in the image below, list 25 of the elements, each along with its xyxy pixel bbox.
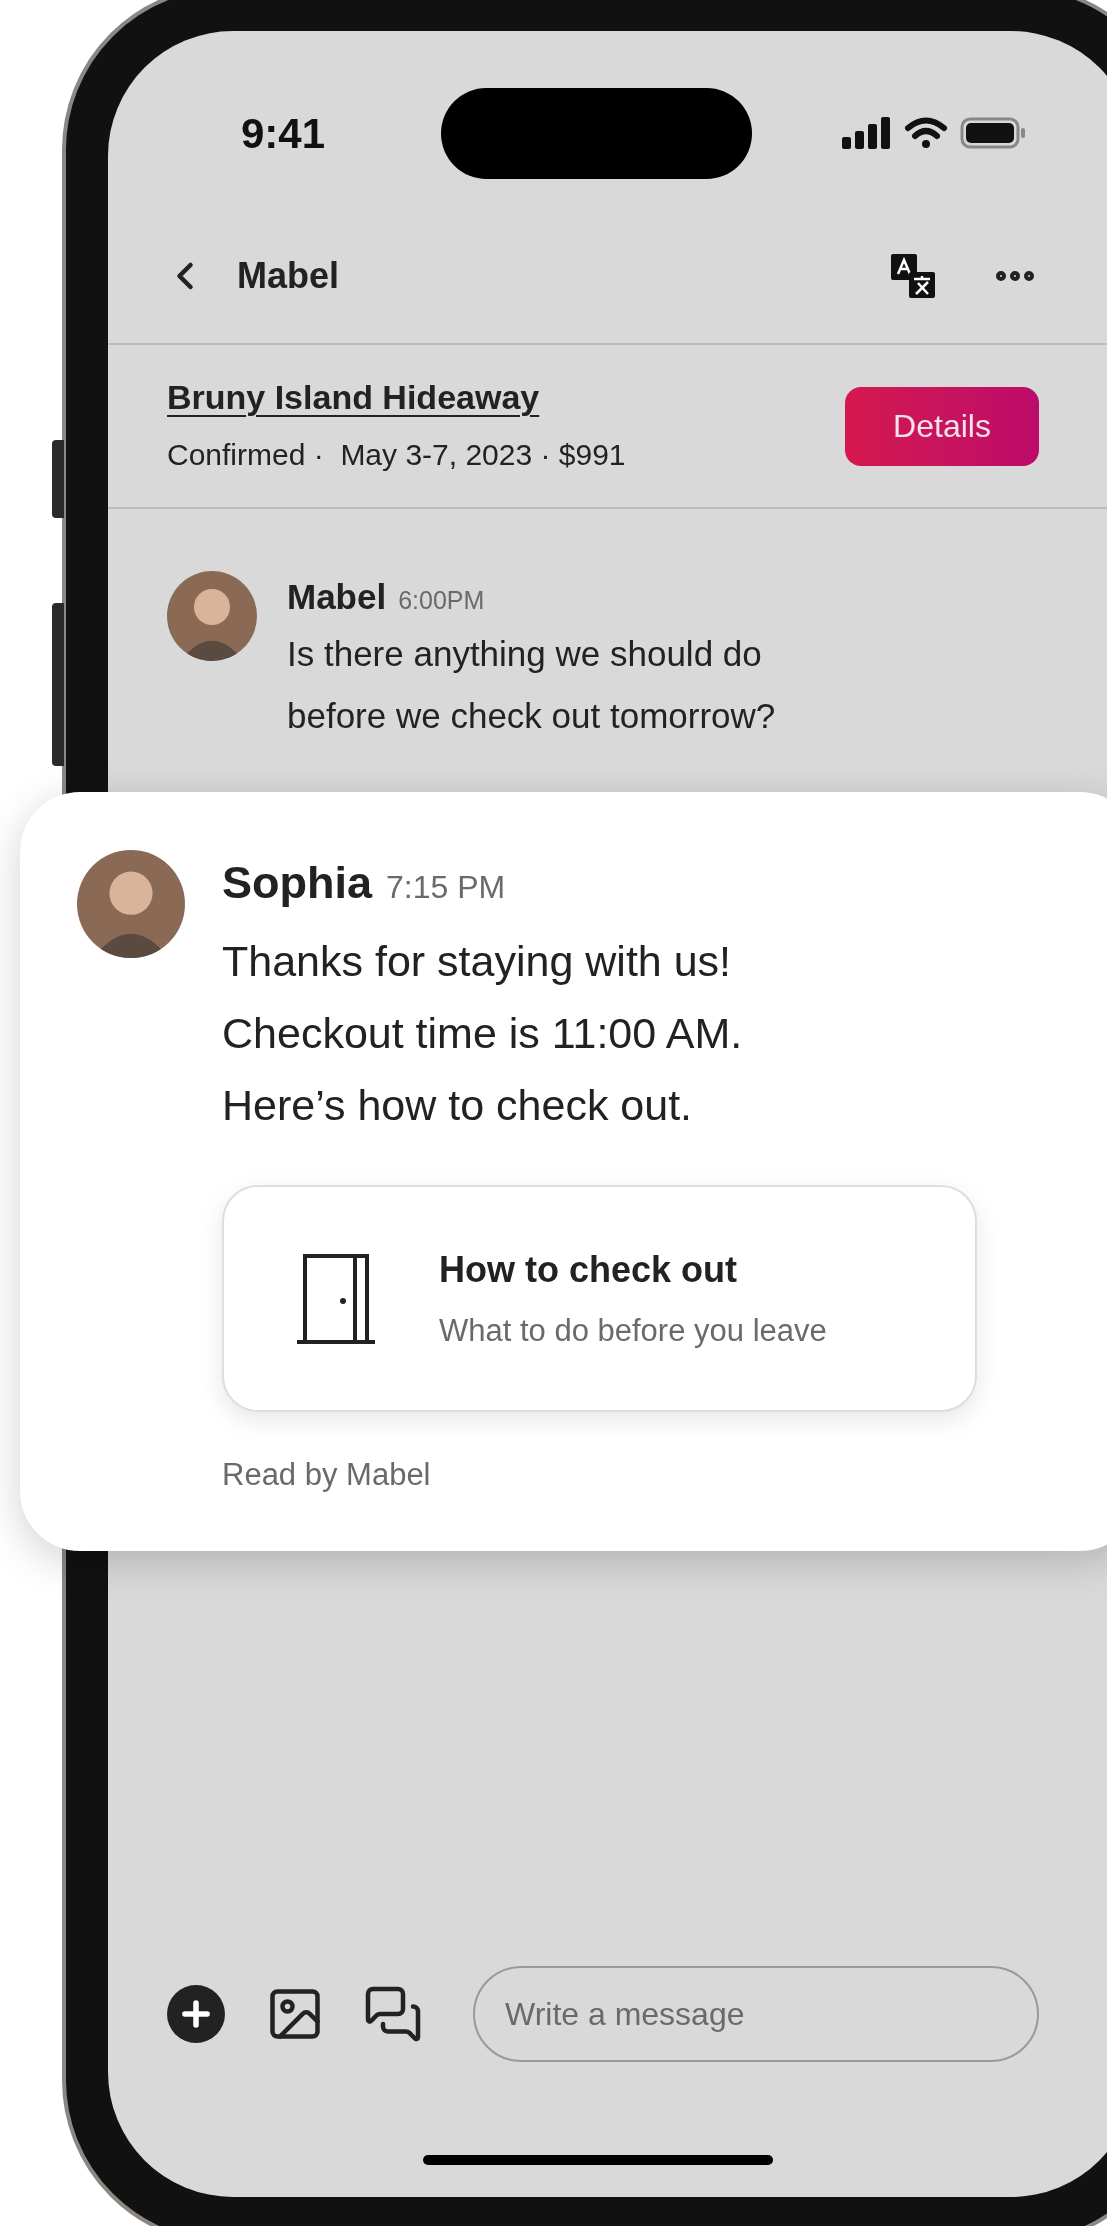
message-time: 6:00PM: [398, 585, 485, 616]
message-text: Thanks for staying with us!: [222, 936, 733, 987]
message-input-field[interactable]: Write a message: [473, 1966, 1039, 2062]
message-text: Is there anything we should do before we check out tomorrow?: [287, 633, 777, 737]
guide-subtitle: What to do before you leave: [439, 1311, 827, 1350]
message-time: 7:15 PM: [386, 868, 506, 907]
message-text: Checkout time is 11:00 AM.: [222, 1008, 744, 1059]
chat-title: Mabel: [237, 254, 340, 298]
message-text: Here’s how to check out.: [222, 1080, 694, 1131]
battery-icon: [960, 117, 1026, 149]
wifi-icon: [904, 117, 948, 149]
sender-name: Sophia: [222, 856, 372, 910]
guide-title: How to check out: [439, 1247, 739, 1292]
read-receipt: Read by Mabel: [222, 1456, 432, 1494]
signal-icon: [842, 117, 892, 149]
reservation-summary: Confirmed · May 3-7, 2023 · $991: [167, 437, 626, 473]
add-button[interactable]: [167, 1985, 225, 2043]
door-icon: [297, 1252, 375, 1345]
details-button[interactable]: Details: [845, 386, 1039, 466]
translate-icon[interactable]: [891, 254, 935, 298]
status-time: 9:41: [241, 108, 326, 159]
chat-icon[interactable]: [363, 1984, 423, 2044]
checkout-guide-card[interactable]: How to check out What to do before you leave: [222, 1185, 977, 1412]
sender-name: Mabel: [287, 576, 387, 618]
listing-title[interactable]: Bruny Island Hideaway: [167, 375, 626, 419]
